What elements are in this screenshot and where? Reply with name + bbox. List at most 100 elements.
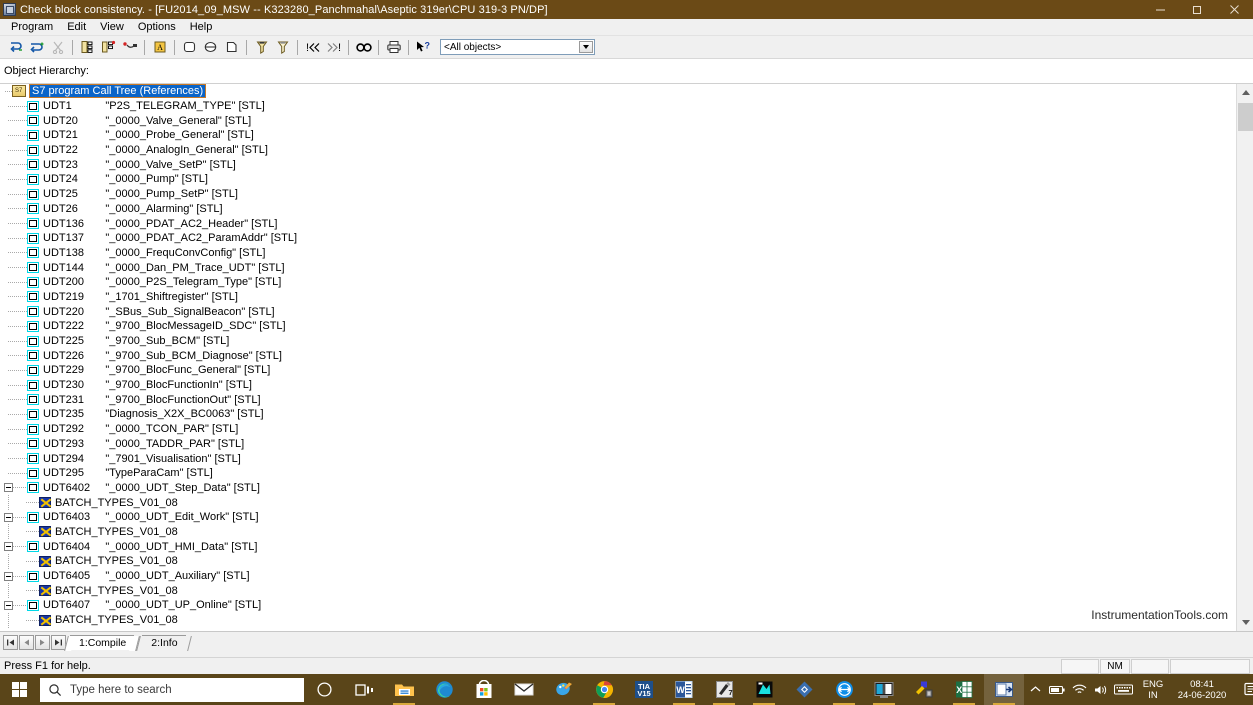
tree-node[interactable]: UDT137 "_0000_PDAT_AC2_ParamAddr" [STL] bbox=[0, 231, 1236, 246]
maximize-restore-button[interactable] bbox=[1179, 0, 1216, 19]
object-filter-combo[interactable]: <All objects> bbox=[440, 39, 595, 55]
collapse-node-button[interactable] bbox=[4, 600, 13, 610]
tree-node[interactable]: UDT20 "_0000_Valve_General" [STL] bbox=[0, 113, 1236, 128]
block-consistency-icon[interactable] bbox=[984, 674, 1024, 705]
menu-help[interactable]: Help bbox=[183, 20, 220, 35]
tree-node[interactable]: UDT226 "_9700_Sub_BCM_Diagnose" [STL] bbox=[0, 348, 1236, 363]
mail-icon[interactable] bbox=[504, 674, 544, 705]
start-button[interactable] bbox=[0, 674, 39, 705]
menu-options[interactable]: Options bbox=[131, 20, 183, 35]
find-icon[interactable] bbox=[353, 37, 374, 58]
scroll-down-button[interactable] bbox=[1237, 614, 1253, 631]
tree-node[interactable]: UDT231 "_9700_BlocFunctionOut" [STL] bbox=[0, 392, 1236, 407]
battery-icon[interactable] bbox=[1046, 685, 1068, 695]
microsoft-excel-icon[interactable]: X bbox=[944, 674, 984, 705]
properties-icon[interactable]: A bbox=[149, 37, 170, 58]
tree-node[interactable]: UDT138 "_0000_FrequConvConfig" [STL] bbox=[0, 246, 1236, 261]
previous-tab-button[interactable] bbox=[19, 635, 34, 650]
tree-node[interactable]: UDT22 "_0000_AnalogIn_General" [STL] bbox=[0, 143, 1236, 158]
clock[interactable]: 08:41 24-06-2020 bbox=[1168, 679, 1236, 701]
tab-info[interactable]: 2:Info bbox=[142, 635, 186, 650]
wincc-flexible-icon[interactable] bbox=[744, 674, 784, 705]
print-icon[interactable] bbox=[383, 37, 404, 58]
wifi-icon[interactable] bbox=[1068, 684, 1090, 695]
tree-node[interactable]: UDT136 "_0000_PDAT_AC2_Header" [STL] bbox=[0, 216, 1236, 231]
source-icon[interactable] bbox=[221, 37, 242, 58]
tree-node[interactable]: UDT225 "_9700_Sub_BCM" [STL] bbox=[0, 334, 1236, 349]
tree-node[interactable]: UDT1 "P2S_TELEGRAM_TYPE" [STL] bbox=[0, 99, 1236, 114]
prev-error-icon[interactable]: ! bbox=[302, 37, 323, 58]
tree-node[interactable]: UDT222 "_9700_BlocMessageID_SDC" [STL] bbox=[0, 319, 1236, 334]
help-pointer-icon[interactable]: ? bbox=[413, 37, 434, 58]
tree-child-node[interactable]: BATCH_TYPES_V01_08 bbox=[0, 495, 1236, 511]
volume-icon[interactable] bbox=[1090, 684, 1112, 696]
tree-node[interactable]: UDT220 "_SBus_Sub_SignalBeacon" [STL] bbox=[0, 304, 1236, 319]
hierarchy-icon[interactable] bbox=[77, 37, 98, 58]
dependency-icon[interactable] bbox=[98, 37, 119, 58]
tree-node[interactable]: UDT6405 "_0000_UDT_Auxiliary" [STL] bbox=[0, 569, 1236, 584]
remote-desktop-icon[interactable] bbox=[864, 674, 904, 705]
filter-clear-icon[interactable] bbox=[272, 37, 293, 58]
microsoft-store-icon[interactable] bbox=[464, 674, 504, 705]
chevron-down-icon[interactable] bbox=[579, 41, 593, 53]
minimize-button[interactable] bbox=[1142, 0, 1179, 19]
tree-child-node[interactable]: BATCH_TYPES_V01_08 bbox=[0, 612, 1236, 628]
google-chrome-icon[interactable] bbox=[584, 674, 624, 705]
block-icon[interactable] bbox=[179, 37, 200, 58]
tree-node[interactable]: UDT229 "_9700_BlocFunc_General" [STL] bbox=[0, 363, 1236, 378]
tree-vertical-scrollbar[interactable] bbox=[1236, 84, 1253, 631]
scroll-up-button[interactable] bbox=[1237, 84, 1253, 101]
tree-node[interactable]: UDT26 "_0000_Alarming" [STL] bbox=[0, 202, 1236, 217]
tree-node[interactable]: UDT24 "_0000_Pump" [STL] bbox=[0, 172, 1236, 187]
collapse-node-button[interactable] bbox=[4, 571, 13, 581]
tia-portal-v15-icon[interactable]: TIA V15 bbox=[624, 674, 664, 705]
tree-child-node[interactable]: BATCH_TYPES_V01_08 bbox=[0, 583, 1236, 599]
tree-node[interactable]: UDT219 "_1701_Shiftregister" [STL] bbox=[0, 290, 1236, 305]
action-center-icon[interactable] bbox=[1236, 682, 1253, 697]
paint-3d-icon[interactable] bbox=[544, 674, 584, 705]
tree-node[interactable]: UDT200 "_0000_P2S_Telegram_Type" [STL] bbox=[0, 275, 1236, 290]
filter-icon[interactable] bbox=[251, 37, 272, 58]
keyboard-icon[interactable] bbox=[1112, 684, 1134, 695]
collapse-node-button[interactable] bbox=[4, 542, 13, 552]
tree-node[interactable]: UDT6402 "_0000_UDT_Step_Data" [STL] bbox=[0, 481, 1236, 496]
simatic-manager-icon[interactable]: 7 bbox=[704, 674, 744, 705]
recompile-icon[interactable] bbox=[5, 37, 26, 58]
collapse-node-button[interactable] bbox=[4, 512, 13, 522]
tree-node[interactable]: UDT294 "_7901_Visualisation" [STL] bbox=[0, 451, 1236, 466]
teamviewer-icon[interactable] bbox=[824, 674, 864, 705]
menu-edit[interactable]: Edit bbox=[60, 20, 93, 35]
task-view-icon[interactable] bbox=[344, 674, 384, 705]
menu-program[interactable]: Program bbox=[4, 20, 60, 35]
tree-node[interactable]: UDT6403 "_0000_UDT_Edit_Work" [STL] bbox=[0, 510, 1236, 525]
tree-node[interactable]: UDT292 "_0000_TCON_PAR" [STL] bbox=[0, 422, 1236, 437]
tree-root-node[interactable]: S7 S7 program Call Tree (References) bbox=[0, 84, 1236, 99]
menu-view[interactable]: View bbox=[93, 20, 131, 35]
symbol-icon[interactable] bbox=[200, 37, 221, 58]
tree-node[interactable]: UDT6407 "_0000_UDT_UP_Online" [STL] bbox=[0, 598, 1236, 613]
file-explorer-icon[interactable] bbox=[384, 674, 424, 705]
tree-node[interactable]: UDT6404 "_0000_UDT_HMI_Data" [STL] bbox=[0, 539, 1236, 554]
cortana-icon[interactable] bbox=[304, 674, 344, 705]
microsoft-word-icon[interactable]: W bbox=[664, 674, 704, 705]
next-error-icon[interactable]: ! bbox=[323, 37, 344, 58]
plc-tool-icon[interactable] bbox=[904, 674, 944, 705]
tree-node[interactable]: UDT25 "_0000_Pump_SetP" [STL] bbox=[0, 187, 1236, 202]
next-tab-button[interactable] bbox=[35, 635, 50, 650]
close-button[interactable] bbox=[1216, 0, 1253, 19]
tree-node[interactable]: UDT23 "_0000_Valve_SetP" [STL] bbox=[0, 157, 1236, 172]
anydesk-icon[interactable] bbox=[784, 674, 824, 705]
collapse-node-button[interactable] bbox=[4, 483, 13, 493]
tree-node[interactable]: UDT293 "_0000_TADDR_PAR" [STL] bbox=[0, 437, 1236, 452]
tree-child-node[interactable]: BATCH_TYPES_V01_08 bbox=[0, 524, 1236, 540]
search-input[interactable]: Type here to search bbox=[40, 677, 304, 702]
object-hierarchy-tree[interactable]: S7 S7 program Call Tree (References) UDT1 "… bbox=[0, 84, 1253, 631]
microsoft-edge-icon[interactable] bbox=[424, 674, 464, 705]
tree-node[interactable]: UDT295 "TypeParaCam" [STL] bbox=[0, 466, 1236, 481]
tree-node[interactable]: UDT235 "Diagnosis_X2X_BC0063" [STL] bbox=[0, 407, 1236, 422]
language-indicator[interactable]: ENG IN bbox=[1138, 679, 1168, 701]
scrollbar-thumb[interactable] bbox=[1238, 103, 1253, 131]
tree-child-node[interactable]: BATCH_TYPES_V01_08 bbox=[0, 553, 1236, 569]
tree-node[interactable]: UDT230 "_9700_BlocFunctionIn" [STL] bbox=[0, 378, 1236, 393]
first-tab-button[interactable] bbox=[3, 635, 18, 650]
